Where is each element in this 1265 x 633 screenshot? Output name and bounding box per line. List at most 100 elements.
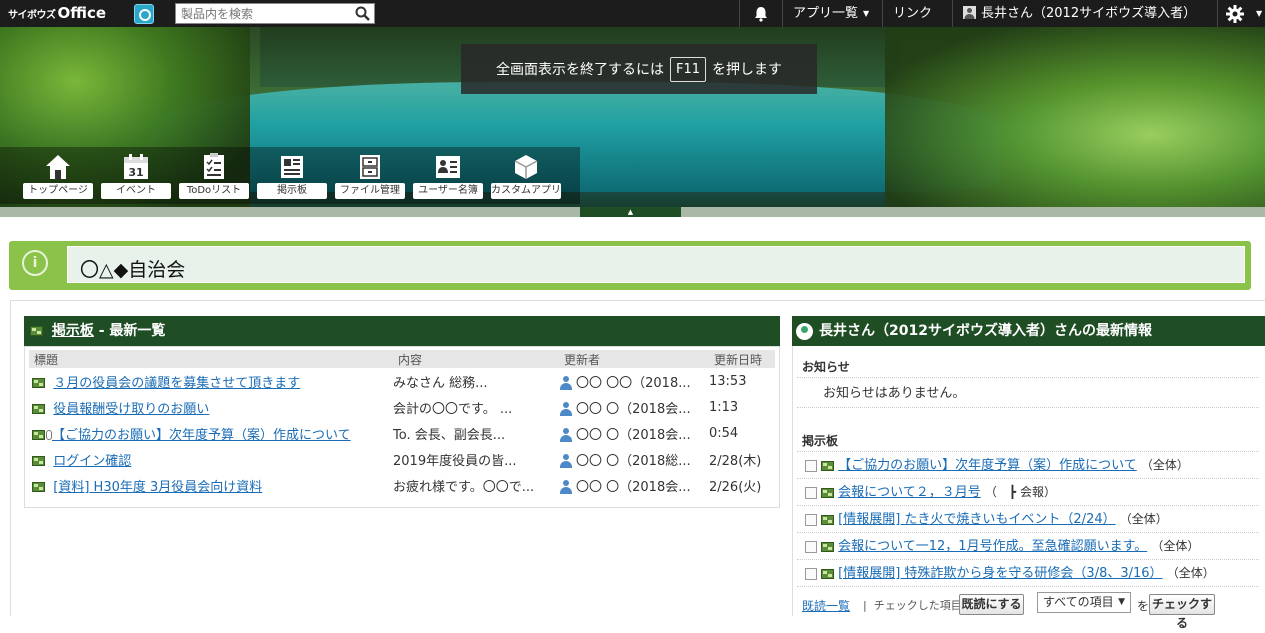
notice-empty-text: お知らせはありません。 [823, 386, 966, 401]
notification-bell-button[interactable] [739, 0, 782, 27]
list-item: 会報について２，３月号 （ ┣ 会報） [805, 481, 1056, 503]
topic-updated: 13:53 [709, 373, 747, 389]
links-menu-button[interactable]: リンク▼ [882, 0, 952, 45]
search-icon[interactable] [355, 6, 370, 21]
topic-updated: 0:54 [709, 425, 739, 441]
settings-menu-button[interactable]: ▼ [1217, 0, 1265, 27]
f11-key-badge: F11 [669, 56, 707, 82]
avatar-icon [796, 322, 813, 340]
user-icon [559, 454, 573, 468]
item-checkbox[interactable] [805, 567, 817, 580]
user-menu-button[interactable]: 長井さん（2012サイボウズ導入者）▼ [952, 0, 1217, 45]
app-label: ToDoリスト [179, 183, 249, 199]
banner-trees-right-image [885, 27, 1265, 207]
topic-link[interactable]: [情報展開] たき火で焼きいもイベント（2/24） [838, 512, 1115, 527]
board-panel-header: 掲示板 - 最新一覧 [24, 316, 780, 346]
column-header-title: 標題 [29, 350, 393, 368]
app-top-page[interactable]: トップページ [23, 153, 93, 201]
app-custom-app[interactable]: カスタムアプリ [491, 153, 561, 201]
topic-scope: （全体） [1166, 566, 1215, 580]
topic-scope: （全体） [1140, 458, 1189, 472]
app-bulletin-board[interactable]: 掲示板 [257, 153, 327, 201]
latest-info-title: 長井さん（2012サイボウズ導入者）さんの最新情報 [819, 323, 1152, 339]
bulletin-board-icon [821, 487, 834, 498]
item-checkbox[interactable] [805, 513, 817, 526]
topic-author[interactable]: 〇〇 〇〇（2018... [576, 376, 691, 391]
topic-link[interactable]: 【ご協力のお願い】次年度予算（案）作成について [52, 428, 351, 443]
fullscreen-suffix-text: を押します [712, 62, 783, 78]
topic-content: To. 会長、副会長... [393, 427, 506, 443]
app-label: ユーザー名簿 [413, 183, 483, 199]
user-icon [559, 376, 573, 390]
filter-suffix-text: を [1137, 599, 1150, 613]
divider [797, 586, 1259, 587]
apps-menu-button[interactable]: アプリ一覧 ▼ [782, 0, 882, 27]
column-header-updated: 更新日時 [709, 350, 775, 368]
collapse-banner-button[interactable]: ▲ [580, 207, 681, 217]
apps-menu-label: アプリ一覧 [793, 6, 859, 21]
app-event[interactable]: 31 イベント [101, 153, 171, 201]
bulletin-board-icon [281, 156, 303, 178]
top-bar: サイボウズ Office アプリ一覧▼ リンク▼ 長井さん（2012サイボウズ導… [0, 0, 1265, 45]
board-title-link[interactable]: 掲示板 [52, 323, 94, 339]
app-switcher-icon[interactable] [134, 4, 154, 24]
topic-author[interactable]: 〇〇 〇（2018総... [576, 454, 691, 469]
table-row: [資料] H30年度 3月役員会向け資料 お疲れ様です。〇〇で... 〇〇 〇（… [29, 472, 775, 498]
topic-content: 2019年度役員の皆... [393, 453, 517, 469]
filter-select[interactable]: すべての項目 ▼ [1037, 592, 1131, 613]
topic-link[interactable]: ログイン確認 [53, 454, 131, 469]
info-icon: i [22, 250, 48, 276]
table-header-row: 標題 内容 更新者 更新日時 [29, 350, 775, 368]
list-item: 会報について一12，1月号作成。至急確認願います。 （全体） [805, 535, 1199, 557]
bulletin-board-icon [821, 541, 834, 552]
topic-content: みなさん 総務... [393, 375, 488, 391]
bulletin-board-icon [30, 326, 43, 336]
item-checkbox[interactable] [805, 459, 817, 472]
custom-app-icon [514, 155, 538, 179]
filter-select-value: すべての項目 [1043, 595, 1114, 609]
bulletin-board-icon [821, 568, 834, 579]
caret-down-icon: ▼ [1256, 9, 1263, 18]
board-title-suffix: - 最新一覧 [93, 323, 166, 339]
item-checkbox[interactable] [805, 486, 817, 499]
read-list-link[interactable]: 既読一覧 [802, 597, 850, 614]
topic-link[interactable]: 役員報酬受け取りのお願い [53, 402, 209, 417]
topic-author[interactable]: 〇〇 〇（2018会... [576, 428, 691, 443]
item-checkbox[interactable] [805, 540, 817, 553]
table-row: 【ご協力のお願い】次年度予算（案）作成について To. 会長、副会長... 〇〇… [29, 420, 775, 446]
topic-author[interactable]: 〇〇 〇（2018会... [576, 402, 691, 417]
user-directory-icon [436, 156, 460, 178]
topic-link[interactable]: [資料] H30年度 3月役員会向け資料 [53, 480, 262, 495]
page-title-box: i 〇△◆自治会 [9, 241, 1251, 290]
divider [797, 559, 1259, 560]
board-panel: 標題 内容 更新者 更新日時 ３月の役員会の議題を募集させて頂きます みなさん … [24, 346, 780, 508]
list-item: [情報展開] たき火で焼きいもイベント（2/24） （全体） [805, 508, 1168, 530]
app-label: トップページ [23, 183, 93, 199]
topic-link[interactable]: ３月の役員会の議題を募集させて頂きます [53, 376, 300, 391]
app-todo-list[interactable]: ToDoリスト [179, 153, 249, 201]
app-user-directory[interactable]: ユーザー名簿 [413, 153, 483, 201]
page-title: 〇△◆自治会 [80, 259, 186, 281]
search-input[interactable] [176, 4, 346, 23]
app-label: 掲示板 [257, 183, 327, 199]
topic-content: お疲れ様です。〇〇で... [393, 479, 535, 495]
topic-author[interactable]: 〇〇 〇（2018会... [576, 480, 691, 495]
column-header-author: 更新者 [559, 350, 709, 368]
topic-updated: 1:13 [709, 399, 739, 415]
table-row: ３月の役員会の議題を募集させて頂きます みなさん 総務... 〇〇 〇〇（201… [29, 368, 775, 394]
topic-updated: 2/26(火) [709, 479, 762, 495]
calendar-day: 31 [128, 166, 143, 179]
bulletin-board-icon [32, 430, 45, 440]
cybozu-office-logo[interactable]: サイボウズ Office [8, 4, 106, 24]
topic-link[interactable]: 会報について一12，1月号作成。至急確認願います。 [838, 539, 1147, 554]
user-icon [559, 402, 573, 416]
bulletin-board-icon [821, 460, 834, 471]
topic-link[interactable]: 会報について２，３月号 [838, 485, 981, 500]
bulletin-board-icon [32, 482, 45, 492]
check-button[interactable]: チェックする [1149, 594, 1215, 630]
caret-up-icon: ▲ [627, 208, 634, 216]
mark-read-button[interactable]: 既読にする [959, 594, 1024, 615]
app-file-management[interactable]: ファイル管理 [335, 153, 405, 201]
topic-link[interactable]: 【ご協力のお願い】次年度予算（案）作成について [838, 458, 1137, 473]
topic-link[interactable]: [情報展開] 特殊詐欺から身を守る研修会（3/8、3/16） [838, 566, 1162, 581]
